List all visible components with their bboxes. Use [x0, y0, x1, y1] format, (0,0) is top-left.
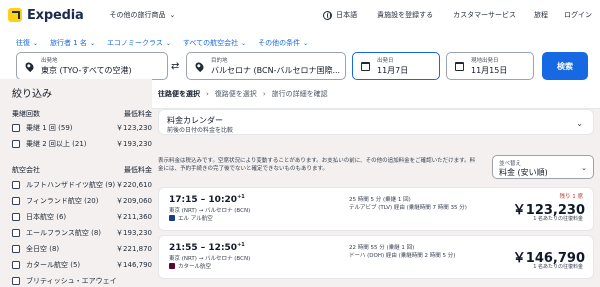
location-pin-icon — [23, 60, 35, 72]
chip-travelers[interactable]: 旅行者 1 名 ⌄ — [50, 38, 95, 48]
chip-cabin-class[interactable]: エコノミークラス ⌄ — [107, 38, 171, 48]
breadcrumb-step-outbound[interactable]: 往路便を選択 — [158, 89, 200, 99]
day-offset: +1 — [237, 242, 245, 248]
other-products-menu[interactable]: その他の旅行商品 ⌄ — [110, 10, 176, 20]
airline-logo-icon — [169, 263, 175, 269]
chevron-down-icon: ⌄ — [89, 39, 95, 47]
filter-stops-2plus[interactable]: 乗継 2 回以上 (21) ￥193,230 — [12, 138, 152, 150]
checkbox[interactable] — [12, 140, 20, 148]
price-per-person: 1 名あたりの往復料金 — [533, 216, 583, 222]
airlines-price-heading: 最低料金 — [124, 166, 152, 174]
chevron-down-icon: ⌄ — [165, 39, 171, 47]
price-notice: 表示料金は税込みです。空席状況により変動することがあります。お支払いの前に、その… — [158, 158, 476, 172]
airline-name: カタール航空 — [178, 264, 212, 270]
calendar-icon — [360, 61, 370, 71]
chevron-down-icon: ⌄ — [33, 39, 39, 47]
filter-airline-airfrance[interactable]: エールフランス航空 (8) ￥193,230 — [12, 227, 152, 239]
filter-airline-ana[interactable]: 全日空 (8) ￥221,870 — [12, 243, 152, 255]
airline-logo-icon — [169, 215, 175, 221]
filter-sidebar: 絞り込み 乗継回数 最低料金 乗継 1 回 (59) ￥123,230 乗継 2… — [0, 79, 152, 287]
origin-field[interactable]: 出発地 東京 (TYO-すべての空港) — [16, 52, 168, 80]
stops-price-heading: 最低料金 — [124, 110, 152, 118]
chevron-down-icon: ⌄ — [576, 119, 583, 128]
airlines-heading: 航空会社 — [12, 166, 40, 174]
destination-field[interactable]: 目的地 バルセロナ (BCN-バルセロナ国際... — [186, 52, 346, 80]
checkbox[interactable] — [12, 213, 20, 221]
swap-icon[interactable]: ⇄ — [171, 61, 179, 72]
top-header: Expedia その他の旅行商品 ⌄ 日本語 貴施設を登録する カスタマーサービ… — [0, 0, 600, 30]
flight-result-card[interactable]: 21:55 – 12:50+1 東京 (NRT) → バルセロナ (BCN) カ… — [158, 235, 594, 279]
breadcrumb-step-review[interactable]: 旅行の詳細を確認 — [272, 89, 328, 99]
flight-layover: テルアビブ (TLV) 経由 (乗継時間 7 時間 35 分) — [349, 205, 467, 211]
checkbox[interactable] — [12, 181, 20, 189]
trips-link[interactable]: 旅程 — [534, 10, 548, 20]
filter-airline-qatar[interactable]: カタール航空 (5) ￥146,790 — [12, 259, 152, 271]
flight-layover: ドーハ (DOH) 経由 (乗継時間 2 時間 5 分) — [349, 253, 456, 259]
language-link[interactable]: 日本語 — [336, 10, 357, 20]
expedia-logo[interactable]: Expedia — [8, 8, 84, 23]
flight-times: 21:55 – 12:50 — [169, 243, 238, 253]
expedia-logo-icon — [8, 8, 22, 22]
price-calendar-card[interactable]: 料金カレンダー 前後の日付の料金を比較 ⌄ — [158, 109, 594, 135]
checkbox[interactable] — [12, 277, 20, 285]
checkbox[interactable] — [12, 245, 20, 253]
airline-name: エル アル航空 — [178, 216, 213, 222]
calendar-icon — [454, 61, 464, 71]
filter-airline-finnair[interactable]: フィンランド航空 (20) ￥209,060 — [12, 195, 152, 207]
results-main: 往路便を選択 › 復路便を選択 › 旅行の詳細を確認 料金カレンダー 前後の日付… — [152, 79, 600, 287]
checkbox[interactable] — [12, 229, 20, 237]
chevron-down-icon: ⌄ — [241, 39, 247, 47]
login-link[interactable]: ログイン — [564, 10, 592, 20]
filter-title: 絞り込み — [12, 89, 52, 100]
return-date-field[interactable]: 現地出発日 11月15日 — [446, 52, 534, 80]
chevron-down-icon: ⌄ — [581, 164, 587, 172]
list-property-link[interactable]: 貴施設を登録する — [377, 10, 433, 20]
flight-route: 東京 (NRT) → バルセロナ (BCN) — [169, 256, 251, 262]
search-button[interactable]: 検索 — [542, 52, 588, 80]
chip-trip-type[interactable]: 往復 ⌄ — [16, 38, 38, 48]
globe-icon — [323, 10, 333, 20]
flight-duration: 25 時間 5 分 (乗継 1 回) — [349, 197, 411, 203]
chip-airlines[interactable]: すべての航空会社 ⌄ — [183, 38, 246, 48]
location-pin-icon — [193, 60, 205, 72]
filter-stops-1[interactable]: 乗継 1 回 (59) ￥123,230 — [12, 122, 152, 134]
price-per-person: 1 名あたりの往復料金 — [533, 264, 583, 270]
flight-times: 17:15 – 10:20 — [169, 195, 238, 205]
filter-airline-lufthansa[interactable]: ルフトハンザドイツ航空 (9) ￥220,610 — [12, 179, 152, 191]
support-link[interactable]: カスタマーサービス — [453, 10, 516, 20]
checkbox[interactable] — [12, 197, 20, 205]
flight-duration: 22 時間 55 分 (乗継 1 回) — [349, 245, 415, 251]
depart-date-field[interactable]: 出発日 11月7日 — [352, 52, 440, 80]
day-offset: +1 — [237, 194, 245, 200]
filter-airline-jal[interactable]: 日本航空 (6) ￥211,360 — [12, 211, 152, 223]
checkbox[interactable] — [12, 124, 20, 132]
stops-heading: 乗継回数 — [12, 110, 40, 118]
sort-select[interactable]: 並べ替え 料金 (安い順) ⌄ — [492, 155, 594, 179]
breadcrumb-step-return[interactable]: 復路便を選択 — [215, 89, 257, 99]
flight-result-card[interactable]: 17:15 – 10:20+1 東京 (NRT) → バルセロナ (BCN) エ… — [158, 187, 594, 231]
chevron-right-icon: › — [206, 90, 209, 98]
chevron-right-icon: › — [262, 90, 266, 98]
chip-more-options[interactable]: その他の条件 ⌄ — [258, 38, 308, 48]
chevron-down-icon: ⌄ — [169, 11, 176, 19]
breadcrumb: 往路便を選択 › 復路便を選択 › 旅行の詳細を確認 — [158, 89, 328, 99]
checkbox[interactable] — [12, 261, 20, 269]
flight-route: 東京 (NRT) → バルセロナ (BCN) — [169, 208, 251, 214]
chevron-down-icon: ⌄ — [303, 39, 309, 47]
filter-airline-british[interactable]: ブリティッシュ・エアウェイ — [12, 275, 152, 287]
